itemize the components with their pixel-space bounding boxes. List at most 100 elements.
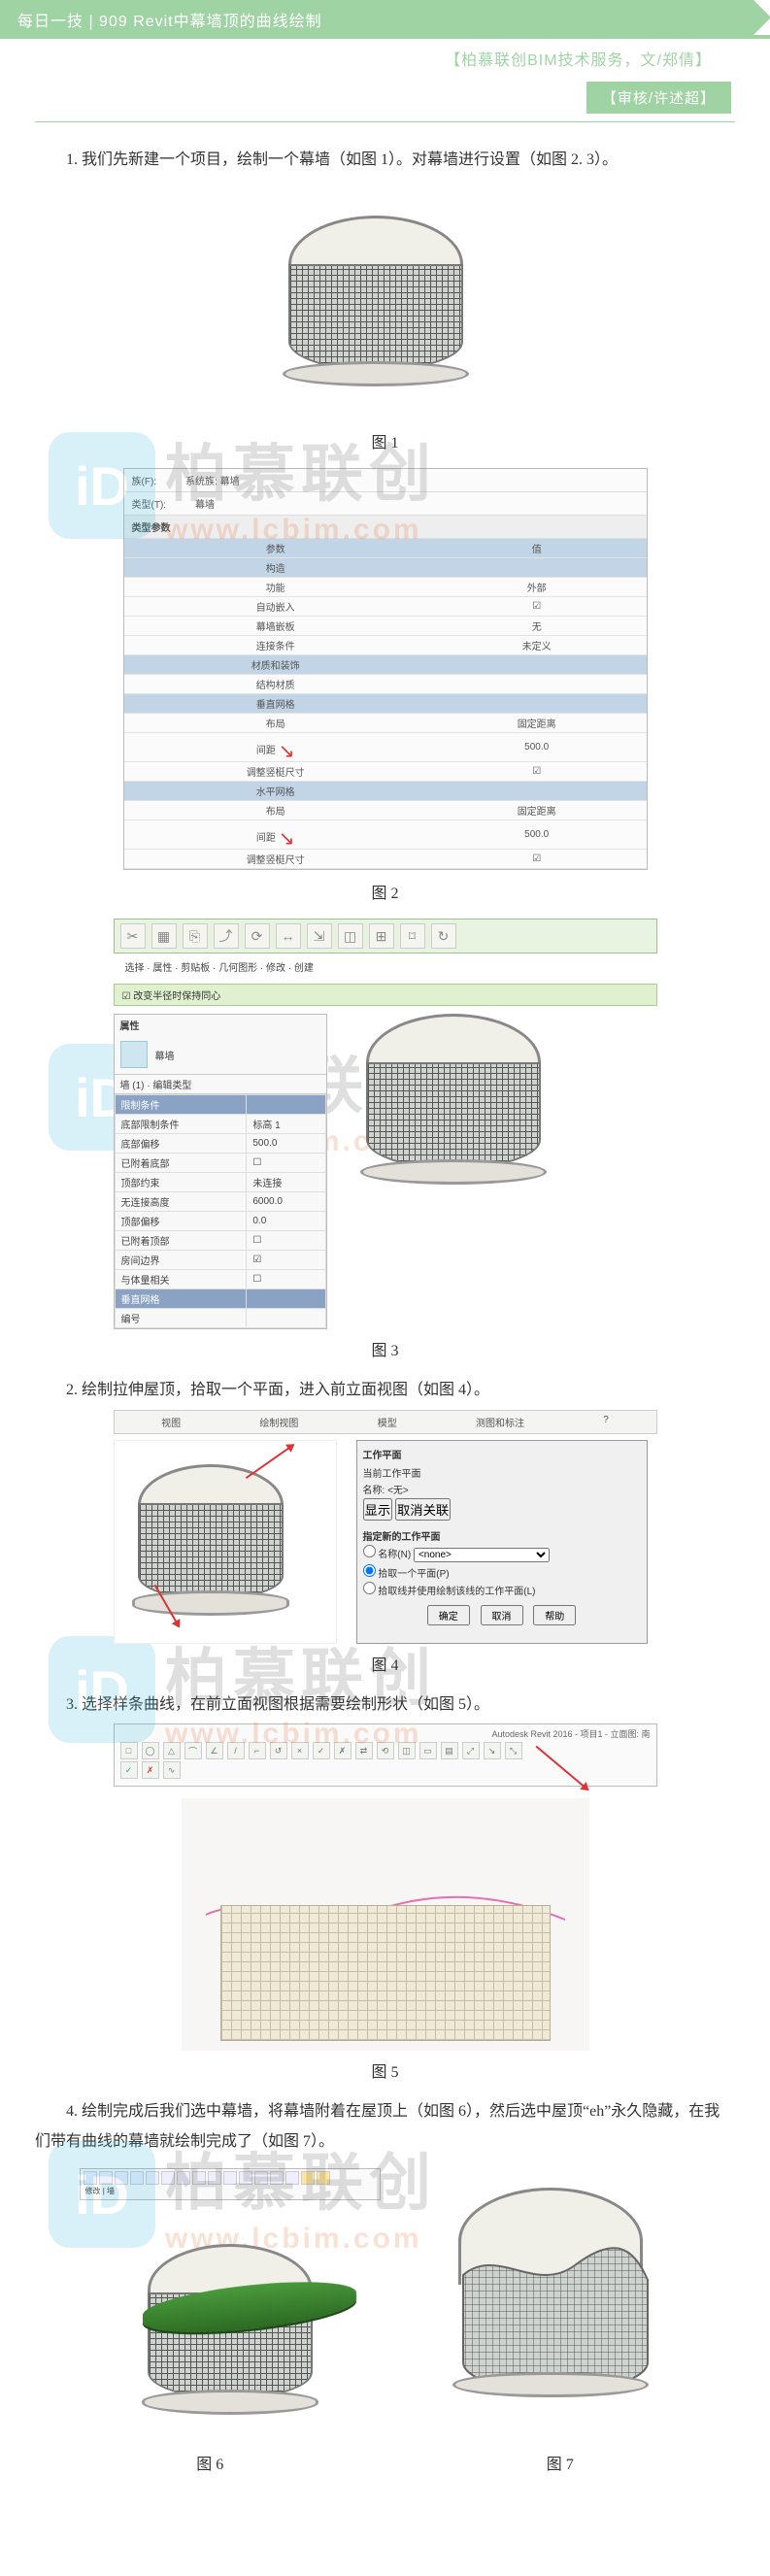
draw-tool-icon[interactable]: ▤ (441, 1742, 458, 1759)
param-value: 外部 (427, 578, 647, 597)
param-value[interactable]: 未连接 (247, 1173, 325, 1192)
draw-tool-icon[interactable]: ✓ (313, 1742, 330, 1759)
param-name: 调整竖梃尺寸 (124, 850, 427, 869)
param-value (427, 558, 647, 578)
dialog-title: 工作平面 (363, 1447, 641, 1461)
draw-tool-icon[interactable]: ↺ (270, 1742, 287, 1759)
draw-tool-icon[interactable]: ⤡ (505, 1742, 522, 1759)
col-param: 参数 (124, 539, 427, 558)
draw-tool-icon[interactable]: ◯ (142, 1742, 159, 1759)
opt-pick-plane-radio[interactable]: 拾取一个平面(P) (363, 1569, 450, 1580)
instance-params-table: 限制条件底部限制条件标高 1底部偏移500.0已附着底部☐顶部约束未连接无连接高… (115, 1094, 326, 1328)
spline-tool-icon[interactable]: ∿ (163, 1761, 181, 1779)
help-button[interactable]: 帮助 (533, 1605, 576, 1625)
param-name: 间距 ↘ (124, 733, 427, 762)
param-value[interactable]: 6000.0 (247, 1192, 325, 1212)
draw-tool-icon[interactable]: ↘ (484, 1742, 501, 1759)
dissociate-button[interactable]: 取消关联 (395, 1498, 451, 1521)
param-value[interactable]: ☐ (247, 1270, 325, 1289)
param-name: 布局 (124, 801, 427, 820)
fig6-model (80, 2200, 381, 2443)
draw-tool-icon[interactable]: △ (163, 1742, 181, 1759)
param-value[interactable]: 标高 1 (247, 1115, 325, 1134)
draw-tool-icon[interactable]: ∠ (206, 1742, 223, 1759)
finish-edit-icon[interactable]: ✓ (120, 1761, 138, 1779)
figure-7 (419, 2168, 691, 2430)
opt-pick-line-radio[interactable]: 拾取线并使用绘制该线的工作平面(L) (363, 1587, 536, 1597)
article-body: 1. 我们先新建一个项目，绘制一个幕墙（如图 1）。对幕墙进行设置（如图 2. … (0, 122, 770, 2499)
caption-6-7: 图 6 图 7 (35, 2451, 735, 2474)
param-name: 顶部偏移 (115, 1212, 247, 1231)
ok-button[interactable]: 确定 (427, 1605, 470, 1625)
param-name: 房间边界 (115, 1251, 247, 1270)
properties-title: 属性 (115, 1015, 326, 1035)
paragraph-2: 2. 绘制拉伸屋顶，拾取一个平面，进入前立面视图（如图 4）。 (35, 1376, 735, 1405)
tool-icon[interactable]: ⤴ (214, 923, 239, 949)
tool-icon[interactable]: ⌑ (400, 923, 425, 949)
param-value: 固定距离 (427, 714, 647, 733)
opt-name-radio[interactable]: 名称(N) (363, 1550, 412, 1560)
draw-tool-icon[interactable]: ✗ (334, 1742, 352, 1759)
param-name: 布局 (124, 714, 427, 733)
draw-tool-icon[interactable]: × (291, 1742, 309, 1759)
param-value[interactable]: ☑ (247, 1251, 325, 1270)
param-name: 构造 (124, 558, 427, 578)
figure-4: 工作平面 当前工作平面 名称: <无> 显示 取消关联 指定新的工作平面 名称(… (114, 1440, 657, 1644)
draw-tool-icon[interactable]: ◫ (398, 1742, 416, 1759)
draw-tool-icon[interactable]: / (227, 1742, 245, 1759)
cancel-edit-icon[interactable]: ✗ (142, 1761, 159, 1779)
param-value[interactable]: ☐ (247, 1154, 325, 1173)
green-option-bar: ☑ 改变半径时保持同心 (114, 984, 657, 1006)
param-value: 500.0 (427, 733, 647, 762)
ribbon-toolbar: ✂ ▦ ⎘ ⤴ ⟳ ↔ ⇲ ◫ ⊞ ⌑ ↻ (114, 919, 657, 953)
draw-tool-icon[interactable]: ⟲ (377, 1742, 394, 1759)
type-selector[interactable]: 墙 (1) · 编辑类型 (115, 1074, 326, 1094)
param-value: ☑ (427, 850, 647, 869)
tool-icon[interactable]: ▦ (151, 923, 177, 949)
param-name: 已附着顶部 (115, 1231, 247, 1251)
param-name: 垂直网格 (124, 694, 427, 714)
tool-icon[interactable]: ↻ (431, 923, 456, 949)
param-name: 底部偏移 (115, 1134, 247, 1154)
param-value[interactable] (247, 1309, 325, 1328)
draw-tool-icon[interactable]: ⇄ (355, 1742, 373, 1759)
param-value[interactable]: 500.0 (247, 1134, 325, 1154)
fig4-ribbon: 视图 绘制视图 模型 测图和标注 ? (114, 1410, 657, 1434)
tool-icon[interactable]: ◫ (338, 923, 363, 949)
curtain-wall-3d-icon (288, 206, 483, 400)
opt-name-select[interactable]: <none> (414, 1548, 550, 1562)
tool-icon[interactable]: ⇲ (307, 923, 332, 949)
param-value[interactable]: 0.0 (247, 1212, 325, 1231)
param-name: 自动嵌入 (124, 597, 427, 617)
article-reviewer: 【审核/许述超】 (586, 82, 731, 114)
param-value[interactable] (247, 1095, 325, 1115)
param-value (427, 675, 647, 694)
param-name: 结构材质 (124, 675, 427, 694)
draw-tool-icon[interactable]: ⤢ (462, 1742, 480, 1759)
caption-1: 图 1 (35, 429, 735, 452)
draw-tool-icon[interactable]: □ (120, 1742, 138, 1759)
param-value[interactable]: ☐ (247, 1231, 325, 1251)
param-value: 无 (427, 617, 647, 636)
param-value[interactable] (247, 1289, 325, 1309)
model-preview-icon (347, 1014, 638, 1208)
param-name: 编号 (115, 1309, 247, 1328)
draw-tool-icon[interactable]: ⌐ (249, 1742, 266, 1759)
tool-icon[interactable]: ↔ (276, 923, 301, 949)
tool-icon[interactable]: ⊞ (369, 923, 394, 949)
param-name: 无连接高度 (115, 1192, 247, 1212)
param-value: 未定义 (427, 636, 647, 655)
caption-5: 图 5 (35, 2058, 735, 2082)
tool-icon[interactable]: ⎘ (183, 923, 208, 949)
tool-icon[interactable]: ✂ (120, 923, 146, 949)
article-header: 每日一技 | 909 Revit中幕墙顶的曲线绘制 【柏慕联创BIM技术服务，文… (0, 0, 770, 122)
draw-tool-icon[interactable]: ⌒ (184, 1742, 202, 1759)
tool-icon[interactable]: ⟳ (245, 923, 270, 949)
cancel-button[interactable]: 取消 (481, 1605, 523, 1625)
app-title: Autodesk Revit 2016 - 项目1 - 立面图: 南 (120, 1727, 651, 1740)
param-value (427, 782, 647, 801)
curtain-wall-type-icon (120, 1041, 148, 1068)
figure-5-canvas (182, 1798, 589, 2051)
show-button[interactable]: 显示 (363, 1498, 393, 1521)
draw-tool-icon[interactable]: ▭ (419, 1742, 437, 1759)
